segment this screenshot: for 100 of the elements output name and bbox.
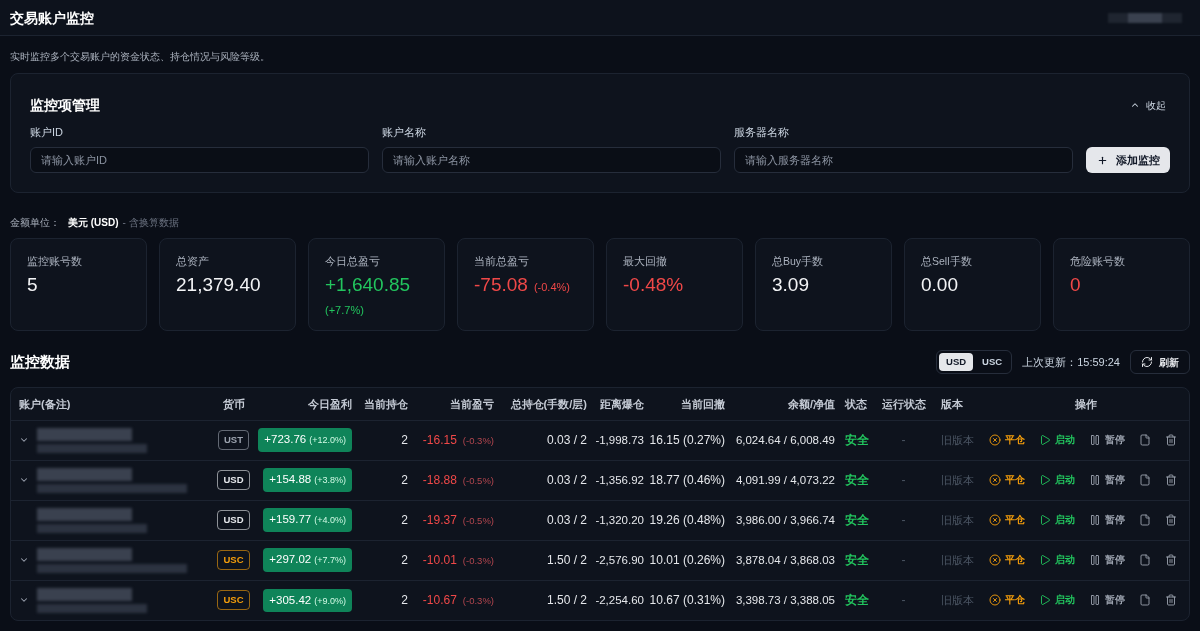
chevron-down-icon[interactable]: [19, 555, 29, 565]
positions-text: 2: [401, 433, 408, 447]
delete-button[interactable]: [1165, 434, 1177, 446]
refresh-button[interactable]: 刷新: [1130, 350, 1190, 374]
document-icon: [1139, 434, 1151, 446]
stat-value: +1,640.85: [325, 273, 411, 297]
panel-title: 监控项管理: [30, 96, 100, 115]
close-position-button[interactable]: 平仓: [989, 472, 1025, 488]
status-text: 安全: [845, 433, 869, 447]
status-text: 安全: [845, 473, 869, 487]
stat-value: 0: [1070, 273, 1081, 297]
pause-button[interactable]: 暂停: [1089, 593, 1125, 608]
page-title: 交易账户监控: [10, 8, 94, 28]
positions-text: 2: [401, 553, 408, 567]
positions-text: 2: [401, 593, 408, 608]
close-position-button[interactable]: 平仓: [989, 432, 1025, 448]
start-button[interactable]: 启动: [1039, 512, 1075, 528]
document-button[interactable]: [1139, 474, 1151, 486]
delete-button[interactable]: [1165, 474, 1177, 486]
profit-percent: (+4.0%): [314, 514, 346, 528]
pause-icon: [1089, 554, 1101, 566]
trash-icon: [1165, 594, 1177, 607]
column-header: 余额/净值: [787, 397, 835, 410]
x-circle-icon: [989, 594, 1001, 607]
stat-label: 当前总盈亏: [474, 254, 530, 268]
currency-tag: USD: [217, 470, 250, 491]
start-button[interactable]: 启动: [1039, 432, 1075, 448]
profit-percent: (+9.0%): [314, 594, 346, 608]
collapse-button[interactable]: 收起: [1130, 97, 1166, 113]
currency-tab[interactable]: USC: [975, 353, 1010, 371]
stat-label: 总资产: [176, 254, 210, 268]
pause-button[interactable]: 暂停: [1089, 432, 1125, 448]
unit-note: - 含换算数据: [122, 216, 179, 230]
delete-button[interactable]: [1165, 514, 1177, 526]
pause-button[interactable]: 暂停: [1089, 512, 1125, 528]
chevron-up-icon: [1130, 100, 1140, 110]
chevron-down-icon[interactable]: [19, 435, 29, 445]
profit-value: +305.42: [269, 592, 312, 608]
page-description: 实时监控多个交易账户的资金状态、持仓情况与风险等级。: [9, 50, 271, 64]
trash-icon: [1165, 554, 1177, 566]
field-label: 账户ID: [30, 125, 63, 140]
field-label: 服务器名称: [734, 125, 789, 140]
status-text: 安全: [845, 513, 869, 527]
delete-button[interactable]: [1165, 594, 1177, 607]
unit-label: 金额单位：: [10, 216, 60, 230]
document-icon: [1139, 474, 1151, 486]
version-text: 旧版本: [941, 514, 974, 526]
start-button[interactable]: 启动: [1039, 472, 1075, 488]
pnl-percent: (-0.5%): [462, 515, 494, 526]
pause-button[interactable]: 暂停: [1089, 552, 1125, 568]
start-button[interactable]: 启动: [1039, 593, 1075, 608]
input-field[interactable]: 请输入服务器名称: [734, 147, 1073, 173]
stat-label: 总Sell手数: [921, 254, 973, 268]
currency-tag: USC: [217, 590, 250, 611]
plus-icon: [1096, 154, 1108, 166]
document-button[interactable]: [1139, 434, 1151, 446]
run-status-text: -: [901, 593, 906, 608]
drawdown-text: 16.15 (0.27%): [649, 433, 725, 447]
close-position-button[interactable]: 平仓: [989, 512, 1025, 528]
add-monitor-button[interactable]: 添加监控: [1086, 147, 1170, 173]
column-header: 货币: [222, 397, 245, 410]
drawdown-text: 10.01 (0.26%): [649, 553, 725, 567]
positions-text: 2: [401, 513, 408, 527]
stat-change: (-0.4%): [533, 280, 570, 294]
version-text: 旧版本: [941, 434, 974, 446]
balance-equity-text: 3,986.00 / 3,966.74: [735, 513, 835, 526]
delete-button[interactable]: [1165, 554, 1177, 566]
column-header: 总持仓(手数/层): [510, 397, 587, 410]
pause-button[interactable]: 暂停: [1089, 472, 1125, 488]
version-text: 旧版本: [941, 554, 974, 566]
liquidation-distance: -2,254.60: [595, 594, 644, 607]
run-status-text: -: [901, 473, 906, 487]
input-field[interactable]: 请输入账户名称: [382, 147, 721, 173]
run-status-text: -: [901, 513, 906, 527]
field-label: 账户名称: [382, 125, 426, 140]
balance-equity-text: 3,878.04 / 3,868.03: [735, 553, 835, 566]
position-text: 1.50 / 2: [546, 553, 587, 567]
document-button[interactable]: [1139, 554, 1151, 566]
position-text: 0.03 / 2: [546, 513, 587, 527]
chevron-down-icon[interactable]: [19, 475, 29, 485]
column-header: 当前持仓: [364, 397, 408, 410]
trash-icon: [1165, 474, 1177, 486]
profit-value: +723.76: [264, 432, 307, 448]
document-button[interactable]: [1139, 594, 1151, 607]
document-icon: [1139, 514, 1151, 526]
document-button[interactable]: [1139, 514, 1151, 526]
pnl-percent: (-0.3%): [462, 595, 494, 607]
balance-equity-text: 4,091.99 / 4,073.22: [735, 473, 835, 486]
currency-tab[interactable]: USD: [939, 353, 974, 371]
run-status-text: -: [901, 553, 906, 567]
x-circle-icon: [989, 434, 1001, 446]
close-position-button[interactable]: 平仓: [989, 593, 1025, 608]
liquidation-distance: -1,320.20: [595, 513, 644, 526]
refresh-icon: [1141, 356, 1153, 368]
close-position-button[interactable]: 平仓: [989, 552, 1025, 568]
trash-icon: [1165, 514, 1177, 526]
start-button[interactable]: 启动: [1039, 552, 1075, 568]
last-update-text: 上次更新：15:59:24: [1022, 354, 1120, 370]
input-field[interactable]: 请输入账户ID: [30, 147, 369, 173]
pnl-percent: (-0.3%): [462, 555, 494, 566]
